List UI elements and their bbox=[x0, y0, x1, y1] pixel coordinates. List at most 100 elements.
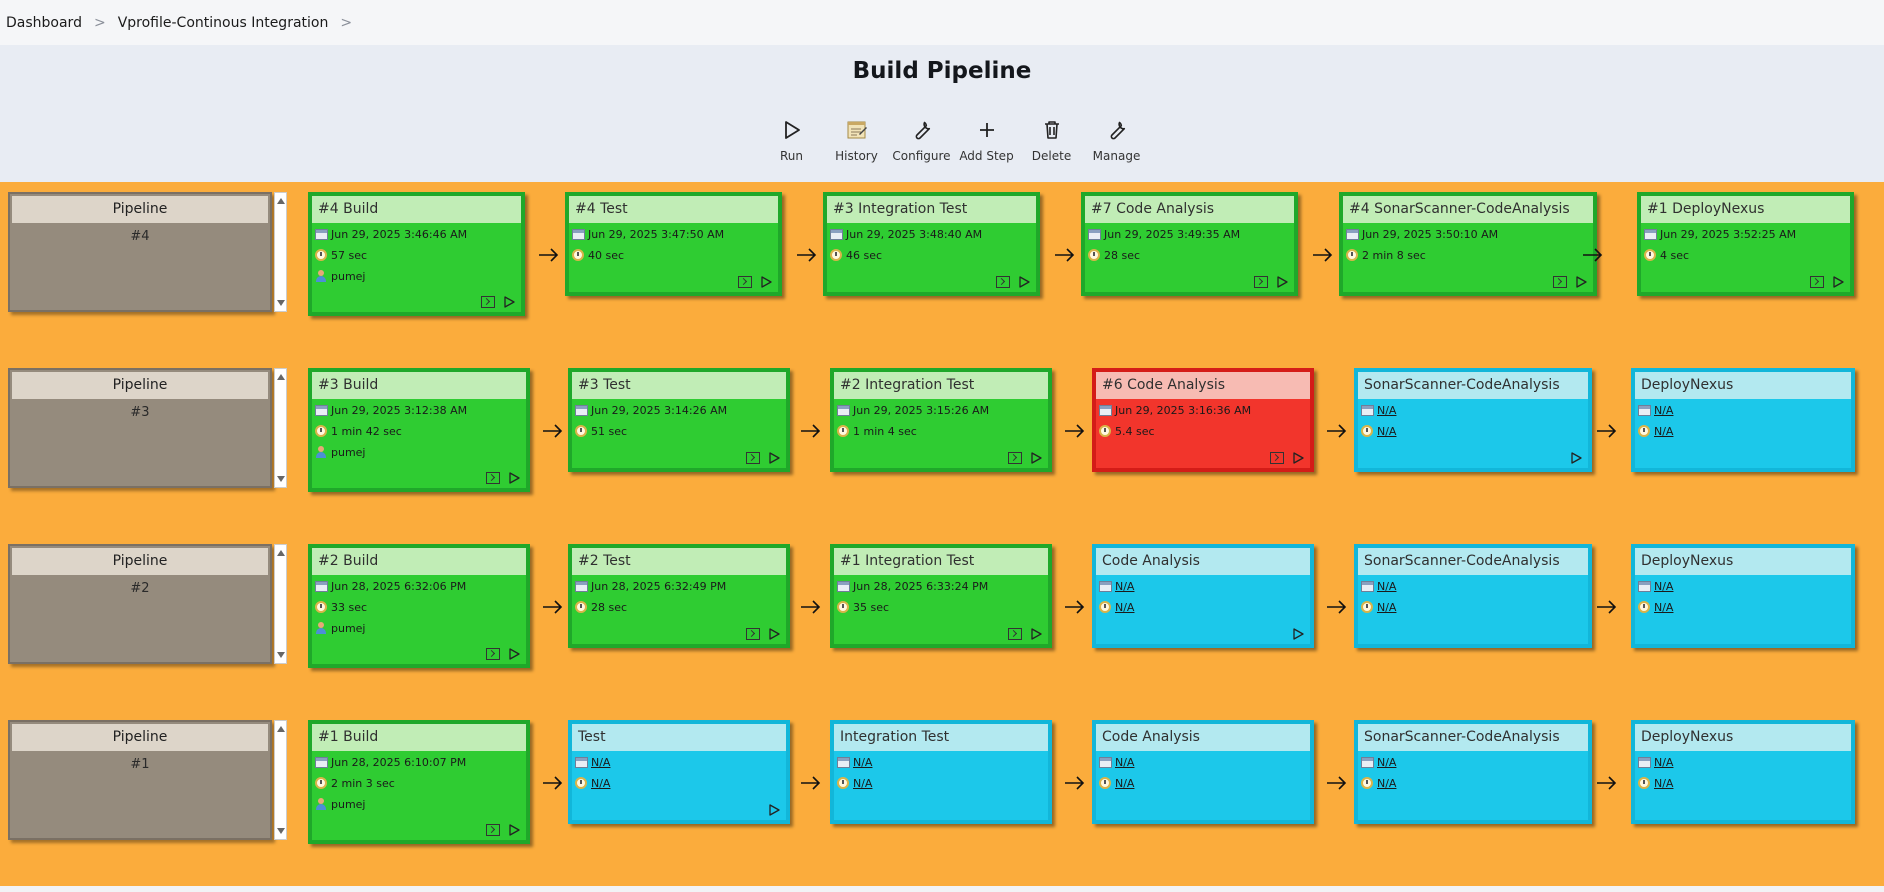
stage-title[interactable]: #4 Build bbox=[312, 196, 521, 223]
stage-card[interactable]: #3 Build Jun 29, 2025 3:12:38 AM 1 min 42 … bbox=[308, 368, 530, 492]
stage-title[interactable]: #7 Code Analysis bbox=[1085, 196, 1294, 223]
stage-date-value[interactable]: N/A bbox=[853, 756, 872, 769]
play-icon[interactable] bbox=[508, 648, 520, 660]
stage-date-value[interactable]: N/A bbox=[1377, 404, 1396, 417]
play-icon[interactable] bbox=[1292, 628, 1304, 640]
play-icon[interactable] bbox=[768, 628, 780, 640]
delete-button[interactable]: Delete bbox=[1019, 118, 1084, 163]
pipeline-scrollbar[interactable] bbox=[274, 192, 287, 312]
breadcrumb-dashboard[interactable]: Dashboard bbox=[6, 15, 82, 31]
stage-title[interactable]: #3 Build bbox=[312, 372, 526, 399]
stage-title[interactable]: SonarScanner-CodeAnalysis bbox=[1358, 548, 1588, 575]
stage-card[interactable]: Code Analysis N/A N/A bbox=[1092, 544, 1314, 648]
play-icon[interactable] bbox=[503, 296, 515, 308]
scroll-up-icon[interactable] bbox=[277, 198, 285, 204]
stage-title[interactable]: SonarScanner-CodeAnalysis bbox=[1358, 372, 1588, 399]
stage-title[interactable]: DeployNexus bbox=[1635, 372, 1851, 399]
scroll-up-icon[interactable] bbox=[277, 374, 285, 380]
stage-duration-value[interactable]: N/A bbox=[1377, 777, 1396, 790]
console-icon[interactable] bbox=[486, 472, 500, 484]
stage-title[interactable]: #3 Test bbox=[572, 372, 786, 399]
stage-date-value[interactable]: N/A bbox=[1115, 580, 1134, 593]
stage-duration-value[interactable]: N/A bbox=[591, 777, 610, 790]
stage-title[interactable]: DeployNexus bbox=[1635, 548, 1851, 575]
console-icon[interactable] bbox=[1008, 452, 1022, 464]
console-icon[interactable] bbox=[1553, 276, 1567, 288]
stage-card[interactable]: Integration Test N/A N/A bbox=[830, 720, 1052, 824]
stage-card[interactable]: SonarScanner-CodeAnalysis N/A N/A bbox=[1354, 720, 1592, 824]
play-icon[interactable] bbox=[1018, 276, 1030, 288]
console-icon[interactable] bbox=[738, 276, 752, 288]
stage-card[interactable]: #2 Build Jun 28, 2025 6:32:06 PM 33 sec pum… bbox=[308, 544, 530, 668]
history-button[interactable]: History bbox=[824, 118, 889, 163]
stage-title[interactable]: Code Analysis bbox=[1096, 724, 1310, 751]
console-icon[interactable] bbox=[746, 452, 760, 464]
console-icon[interactable] bbox=[1270, 452, 1284, 464]
stage-title[interactable]: Code Analysis bbox=[1096, 548, 1310, 575]
stage-title[interactable]: #2 Integration Test bbox=[834, 372, 1048, 399]
stage-card[interactable]: #6 Code Analysis Jun 29, 2025 3:16:36 AM 5… bbox=[1092, 368, 1314, 472]
stage-duration-value[interactable]: N/A bbox=[1654, 601, 1673, 614]
play-icon[interactable] bbox=[1292, 452, 1304, 464]
stage-card[interactable]: #1 Build Jun 28, 2025 6:10:07 PM 2 min 3 s… bbox=[308, 720, 530, 844]
console-icon[interactable] bbox=[746, 628, 760, 640]
stage-date-value[interactable]: N/A bbox=[1115, 756, 1134, 769]
play-icon[interactable] bbox=[768, 804, 780, 816]
stage-duration-value[interactable]: N/A bbox=[1115, 601, 1134, 614]
play-icon[interactable] bbox=[1832, 276, 1844, 288]
play-icon[interactable] bbox=[1575, 276, 1587, 288]
scroll-down-icon[interactable] bbox=[277, 300, 285, 306]
stage-card[interactable]: SonarScanner-CodeAnalysis N/A N/A bbox=[1354, 544, 1592, 648]
stage-title[interactable]: SonarScanner-CodeAnalysis bbox=[1358, 724, 1588, 751]
breadcrumb-chevron-icon[interactable]: > bbox=[340, 15, 352, 31]
stage-title[interactable]: #4 Test bbox=[569, 196, 778, 223]
stage-duration-value[interactable]: N/A bbox=[1654, 425, 1673, 438]
breadcrumb-job[interactable]: Vprofile-Continous Integration bbox=[118, 15, 329, 31]
stage-duration-value[interactable]: N/A bbox=[1654, 777, 1673, 790]
pipeline-scrollbar[interactable] bbox=[274, 544, 287, 664]
play-icon[interactable] bbox=[1030, 628, 1042, 640]
play-icon[interactable] bbox=[508, 824, 520, 836]
stage-title[interactable]: #2 Build bbox=[312, 548, 526, 575]
stage-date-value[interactable]: N/A bbox=[591, 756, 610, 769]
scroll-down-icon[interactable] bbox=[277, 476, 285, 482]
stage-card[interactable]: #3 Integration Test Jun 29, 2025 3:48:40 … bbox=[823, 192, 1040, 296]
console-icon[interactable] bbox=[1810, 276, 1824, 288]
console-icon[interactable] bbox=[996, 276, 1010, 288]
stage-title[interactable]: #6 Code Analysis bbox=[1096, 372, 1310, 399]
scroll-up-icon[interactable] bbox=[277, 726, 285, 732]
stage-card[interactable]: Code Analysis N/A N/A bbox=[1092, 720, 1314, 824]
stage-date-value[interactable]: N/A bbox=[1377, 756, 1396, 769]
stage-card[interactable]: DeployNexus N/A N/A bbox=[1631, 544, 1855, 648]
configure-button[interactable]: Configure bbox=[889, 118, 954, 163]
stage-card[interactable]: DeployNexus N/A N/A bbox=[1631, 720, 1855, 824]
stage-title[interactable]: #1 Build bbox=[312, 724, 526, 751]
stage-date-value[interactable]: N/A bbox=[1654, 580, 1673, 593]
console-icon[interactable] bbox=[1254, 276, 1268, 288]
play-icon[interactable] bbox=[1276, 276, 1288, 288]
stage-card[interactable]: #7 Code Analysis Jun 29, 2025 3:49:35 AM 2… bbox=[1081, 192, 1298, 296]
stage-card[interactable]: #1 Integration Test Jun 28, 2025 6:33:24 … bbox=[830, 544, 1052, 648]
stage-card[interactable]: #4 Build Jun 29, 2025 3:46:46 AM 57 sec pum… bbox=[308, 192, 525, 316]
stage-duration-value[interactable]: N/A bbox=[1377, 601, 1396, 614]
stage-title[interactable]: DeployNexus bbox=[1635, 724, 1851, 751]
stage-date-value[interactable]: N/A bbox=[1654, 756, 1673, 769]
stage-title[interactable]: Integration Test bbox=[834, 724, 1048, 751]
stage-duration-value[interactable]: N/A bbox=[1377, 425, 1396, 438]
console-icon[interactable] bbox=[486, 824, 500, 836]
scroll-down-icon[interactable] bbox=[277, 652, 285, 658]
console-icon[interactable] bbox=[481, 296, 495, 308]
play-icon[interactable] bbox=[768, 452, 780, 464]
console-icon[interactable] bbox=[486, 648, 500, 660]
scroll-up-icon[interactable] bbox=[277, 550, 285, 556]
stage-duration-value[interactable]: N/A bbox=[853, 777, 872, 790]
play-icon[interactable] bbox=[760, 276, 772, 288]
add-step-button[interactable]: Add Step bbox=[954, 118, 1019, 163]
stage-date-value[interactable]: N/A bbox=[1377, 580, 1396, 593]
stage-card[interactable]: SonarScanner-CodeAnalysis N/A N/A bbox=[1354, 368, 1592, 472]
console-icon[interactable] bbox=[1008, 628, 1022, 640]
pipeline-scrollbar[interactable] bbox=[274, 368, 287, 488]
stage-title[interactable]: #2 Test bbox=[572, 548, 786, 575]
stage-card[interactable]: #4 SonarScanner-CodeAnalysis Jun 29, 2025… bbox=[1339, 192, 1597, 296]
stage-duration-value[interactable]: N/A bbox=[1115, 777, 1134, 790]
